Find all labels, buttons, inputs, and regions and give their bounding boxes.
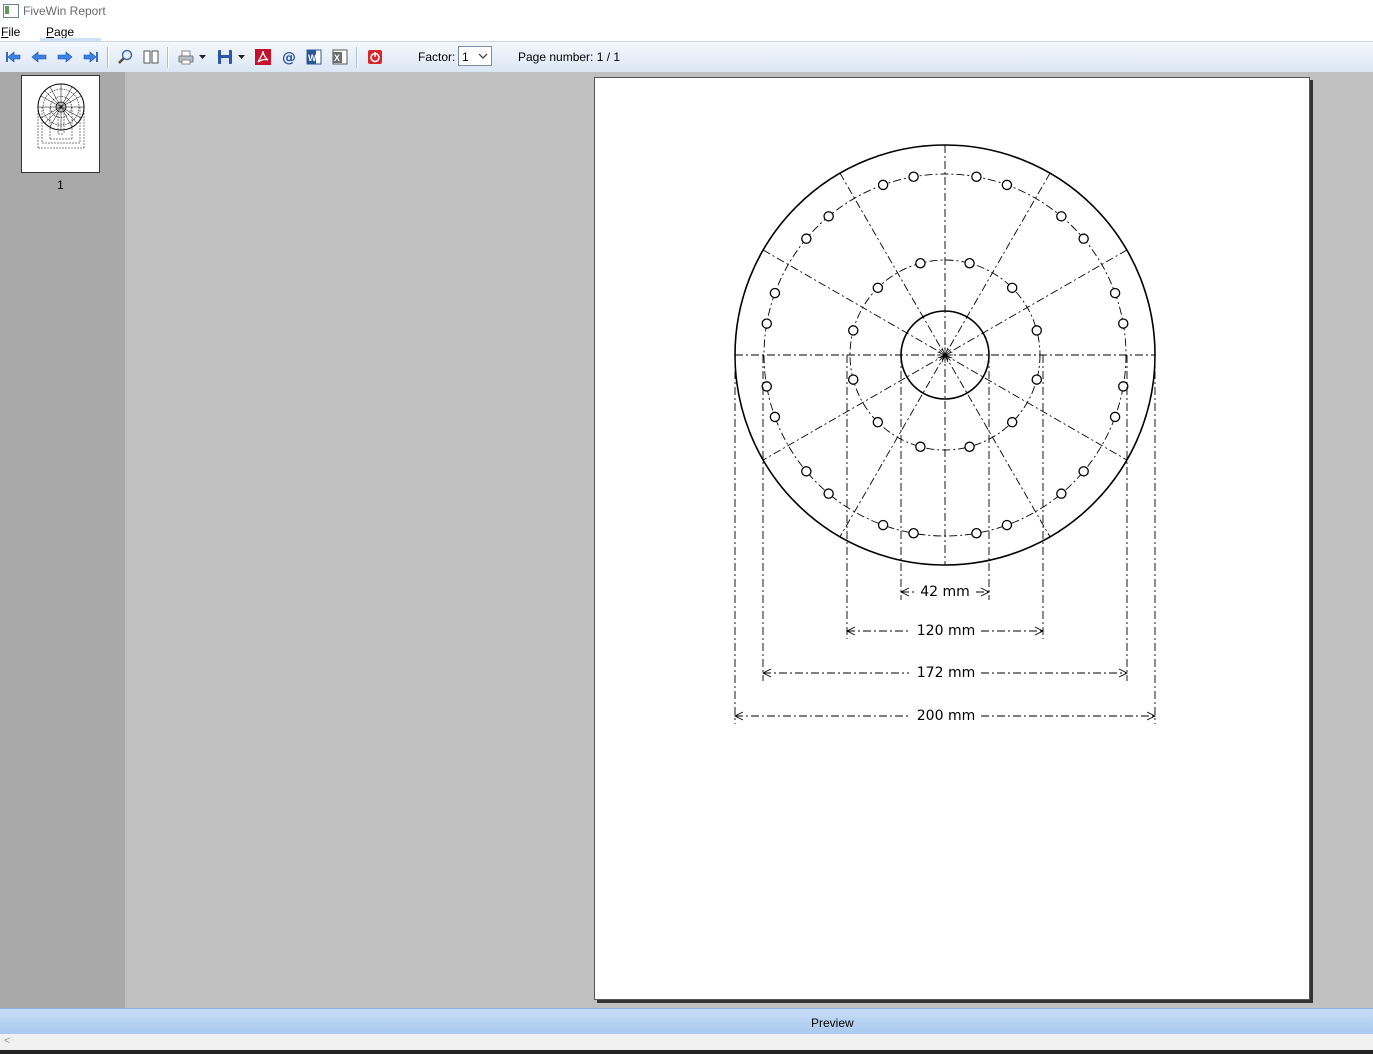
menu-file[interactable]: File: [1, 25, 20, 39]
bolt-hole: [877, 179, 889, 191]
bolt-hole: [1031, 374, 1043, 385]
bolt-hole: [1118, 381, 1129, 392]
word-icon[interactable]: W: [304, 48, 324, 66]
chevron-down-icon: [478, 53, 488, 59]
bolt-hole: [847, 325, 859, 336]
dimension-label-200: 200 mm: [917, 708, 975, 724]
next-page-icon[interactable]: [55, 48, 75, 66]
email-icon[interactable]: @: [279, 48, 299, 66]
toolbar-separator: [167, 47, 169, 68]
bolt-hole: [1109, 287, 1121, 299]
toolbar: @ W X Factor: 1 Page number: 1 / 1: [0, 41, 1373, 73]
report-page: 42 mm 120 mm 172 mm 200 mm: [594, 77, 1310, 1000]
bolt-hole: [872, 282, 884, 294]
bolt-hole: [1001, 179, 1013, 191]
bolt-hole: [1078, 466, 1089, 477]
bolt-hole: [1056, 488, 1067, 499]
print-icon[interactable]: [176, 48, 196, 66]
bolt-hole: [1031, 325, 1043, 336]
bolt-hole: [915, 257, 926, 269]
bolt-hole: [1118, 318, 1129, 329]
toolbar-separator: [107, 47, 109, 68]
horizontal-scrollbar[interactable]: <: [0, 1034, 1373, 1050]
status-text: Preview: [811, 1016, 854, 1030]
bolt-hole: [1056, 211, 1067, 222]
excel-icon[interactable]: X: [330, 48, 350, 66]
bolt-hole: [801, 233, 812, 244]
bolt-hole: [872, 416, 884, 428]
factor-value: 1: [462, 50, 469, 64]
last-page-icon[interactable]: [81, 48, 101, 66]
factor-label: Factor:: [418, 50, 456, 64]
bolt-hole: [761, 318, 772, 329]
thumbnail-label: 1: [57, 178, 64, 192]
bolt-hole: [908, 528, 919, 539]
app-icon: [3, 4, 19, 18]
bolt-hole: [823, 211, 834, 222]
bolt-hole: [847, 374, 859, 385]
bolt-hole: [915, 441, 926, 453]
svg-text:@: @: [282, 50, 296, 65]
two-pages-icon[interactable]: [141, 48, 161, 66]
bolt-hole: [1078, 233, 1089, 244]
bolt-hole: [769, 287, 781, 299]
thumbnail-drawing: [37, 83, 85, 149]
bolt-hole: [1001, 519, 1013, 531]
bolt-hole: [971, 171, 982, 182]
exit-icon[interactable]: [365, 48, 385, 66]
first-page-icon[interactable]: [3, 48, 23, 66]
print-dropdown-icon[interactable]: [197, 48, 207, 66]
bolt-hole: [908, 171, 919, 182]
bolt-hole: [769, 411, 781, 423]
thumbnail-panel: 1: [0, 72, 125, 1008]
status-bar: Preview: [0, 1008, 1373, 1035]
bolt-hole: [801, 466, 812, 477]
zoom-icon[interactable]: [115, 48, 135, 66]
factor-select[interactable]: 1: [458, 46, 492, 66]
dimension-label-172: 172 mm: [917, 665, 975, 681]
dimension-label-120: 120 mm: [917, 623, 975, 639]
svg-text:X: X: [334, 53, 340, 63]
technical-drawing: 42 mm 120 mm 172 mm 200 mm: [733, 144, 1157, 724]
save-icon[interactable]: [215, 48, 235, 66]
menu-bar: File Page: [0, 22, 1373, 41]
pdf-icon[interactable]: [253, 48, 273, 66]
bolt-hole: [1006, 282, 1018, 294]
bolt-hole: [823, 488, 834, 499]
toolbar-separator: [356, 47, 358, 68]
menu-page[interactable]: Page: [46, 25, 74, 39]
previous-page-icon[interactable]: [29, 48, 49, 66]
window-bottom-edge: [0, 1050, 1373, 1054]
page-number: Page number: 1 / 1: [518, 50, 621, 64]
bolt-hole: [877, 519, 889, 531]
bolt-hole: [964, 257, 975, 269]
bolt-hole: [1109, 411, 1121, 423]
bolt-hole: [971, 528, 982, 539]
bolt-hole: [964, 441, 975, 453]
title-bar: FiveWin Report: [0, 0, 1373, 22]
svg-text:W: W: [308, 53, 317, 63]
page-thumbnail[interactable]: [21, 75, 100, 173]
scroll-left-icon[interactable]: <: [4, 1035, 10, 1047]
save-dropdown-icon[interactable]: [236, 48, 246, 66]
bolt-hole: [1006, 416, 1018, 428]
bolt-hole: [761, 381, 772, 392]
window-title: FiveWin Report: [23, 4, 106, 18]
dimension-label-42: 42 mm: [920, 584, 970, 600]
